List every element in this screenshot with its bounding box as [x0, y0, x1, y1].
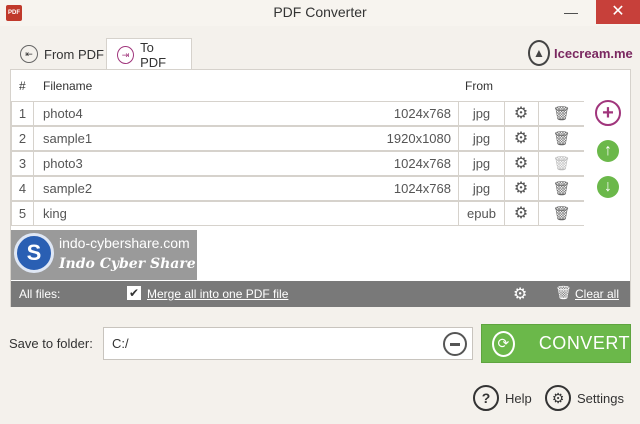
- merge-checkbox[interactable]: ✔: [127, 286, 141, 300]
- folder-icon[interactable]: ▬: [443, 332, 467, 356]
- refresh-icon: ⟳: [492, 330, 515, 357]
- all-files-label: All files:: [19, 287, 61, 301]
- row-resolution: 1024x768: [393, 156, 451, 171]
- row-number: 2: [12, 127, 34, 150]
- close-button[interactable]: ✕: [596, 0, 640, 24]
- gear-icon[interactable]: ⚙: [508, 152, 534, 175]
- gear-icon[interactable]: ⚙: [508, 102, 534, 125]
- settings-label: Settings: [577, 390, 624, 406]
- row-resolution: 1920x1080: [386, 131, 451, 146]
- icecream-logo-icon: ▲: [528, 40, 550, 66]
- row-number: 1: [12, 102, 34, 125]
- tab-to-pdf[interactable]: ⇥ To PDF: [106, 38, 192, 71]
- tab-from-pdf[interactable]: ⇤ From PDF: [10, 38, 114, 70]
- save-folder-label: Save to folder:: [9, 336, 93, 351]
- all-files-bar: All files: ✔ Merge all into one PDF file…: [11, 281, 630, 307]
- watermark: S indo-cybershare.com Indo Cyber Share: [11, 230, 197, 280]
- table-header: # Filename From: [11, 70, 584, 102]
- row-format: jpg: [458, 127, 505, 150]
- question-icon: ?: [473, 385, 499, 411]
- convert-label: CONVERT: [538, 333, 630, 353]
- table-row[interactable]: 5 king epub ⚙ 🗑: [11, 201, 584, 226]
- from-pdf-icon: ⇤: [20, 45, 38, 63]
- header-number: #: [19, 79, 26, 93]
- table-row[interactable]: 3 photo3 1024x768 jpg ⚙ 🗑: [11, 151, 584, 176]
- trash-icon[interactable]: 🗑: [538, 177, 584, 200]
- row-format: jpg: [458, 177, 505, 200]
- row-number: 5: [12, 202, 34, 225]
- row-resolution: 1024x768: [393, 106, 451, 121]
- trash-icon[interactable]: 🗑: [555, 285, 572, 301]
- trash-icon: 🗑: [538, 152, 584, 175]
- brand-link[interactable]: ▲ Icecream.me: [528, 40, 633, 66]
- row-number: 4: [12, 177, 34, 200]
- convert-button[interactable]: ⟳ CONVERT: [481, 324, 631, 363]
- watermark-url: indo-cybershare.com: [59, 235, 190, 251]
- merge-link[interactable]: Merge all into one PDF file: [147, 287, 288, 301]
- move-up-button[interactable]: ↑: [597, 140, 619, 162]
- settings-link[interactable]: ⚙ Settings: [545, 385, 624, 411]
- row-filename: sample2: [43, 181, 93, 196]
- row-resolution: [312, 202, 451, 225]
- save-folder-input[interactable]: [103, 327, 473, 360]
- help-label: Help: [505, 390, 532, 406]
- gear-icon: ⚙: [545, 385, 571, 411]
- header-filename: Filename: [43, 79, 93, 93]
- clear-all-link[interactable]: Clear all: [575, 287, 619, 301]
- to-pdf-icon: ⇥: [117, 46, 135, 64]
- trash-icon[interactable]: 🗑: [538, 127, 584, 150]
- minimize-button[interactable]: —: [556, 0, 586, 24]
- window-title: PDF Converter: [273, 4, 367, 20]
- table-row[interactable]: 4 sample2 1024x768 jpg ⚙ 🗑: [11, 176, 584, 201]
- row-filename: photo4: [43, 106, 83, 121]
- gear-icon[interactable]: ⚙: [508, 127, 534, 150]
- add-file-button[interactable]: +: [595, 100, 621, 126]
- gear-icon[interactable]: ⚙: [508, 177, 534, 200]
- row-filename: king: [43, 206, 67, 221]
- gear-icon[interactable]: ⚙: [513, 284, 527, 304]
- brand-name: Icecream.me: [554, 45, 633, 61]
- row-filename: sample1: [43, 131, 93, 146]
- tab-to-pdf-label: To PDF: [140, 40, 167, 70]
- tab-from-pdf-label: From PDF: [44, 46, 104, 62]
- title-bar: PDF PDF Converter — ✕: [0, 0, 640, 26]
- watermark-name: Indo Cyber Share: [59, 256, 196, 272]
- row-number: 3: [12, 152, 34, 175]
- row-format: jpg: [458, 152, 505, 175]
- row-resolution: 1024x768: [393, 181, 451, 196]
- row-format: epub: [458, 202, 505, 225]
- watermark-logo: S: [14, 233, 54, 273]
- gear-icon[interactable]: ⚙: [508, 202, 534, 225]
- trash-icon[interactable]: 🗑: [538, 202, 584, 225]
- table-row[interactable]: 2 sample1 1920x1080 jpg ⚙ 🗑: [11, 126, 584, 151]
- help-link[interactable]: ? Help: [473, 385, 532, 411]
- table-row[interactable]: 1 photo4 1024x768 jpg ⚙ 🗑: [11, 101, 584, 126]
- file-list-panel: # Filename From 1 photo4 1024x768 jpg ⚙ …: [10, 69, 631, 307]
- header-from: From: [465, 79, 493, 93]
- move-down-button[interactable]: ↓: [597, 176, 619, 198]
- row-filename: photo3: [43, 156, 83, 171]
- row-format: jpg: [458, 102, 505, 125]
- trash-icon[interactable]: 🗑: [538, 102, 584, 125]
